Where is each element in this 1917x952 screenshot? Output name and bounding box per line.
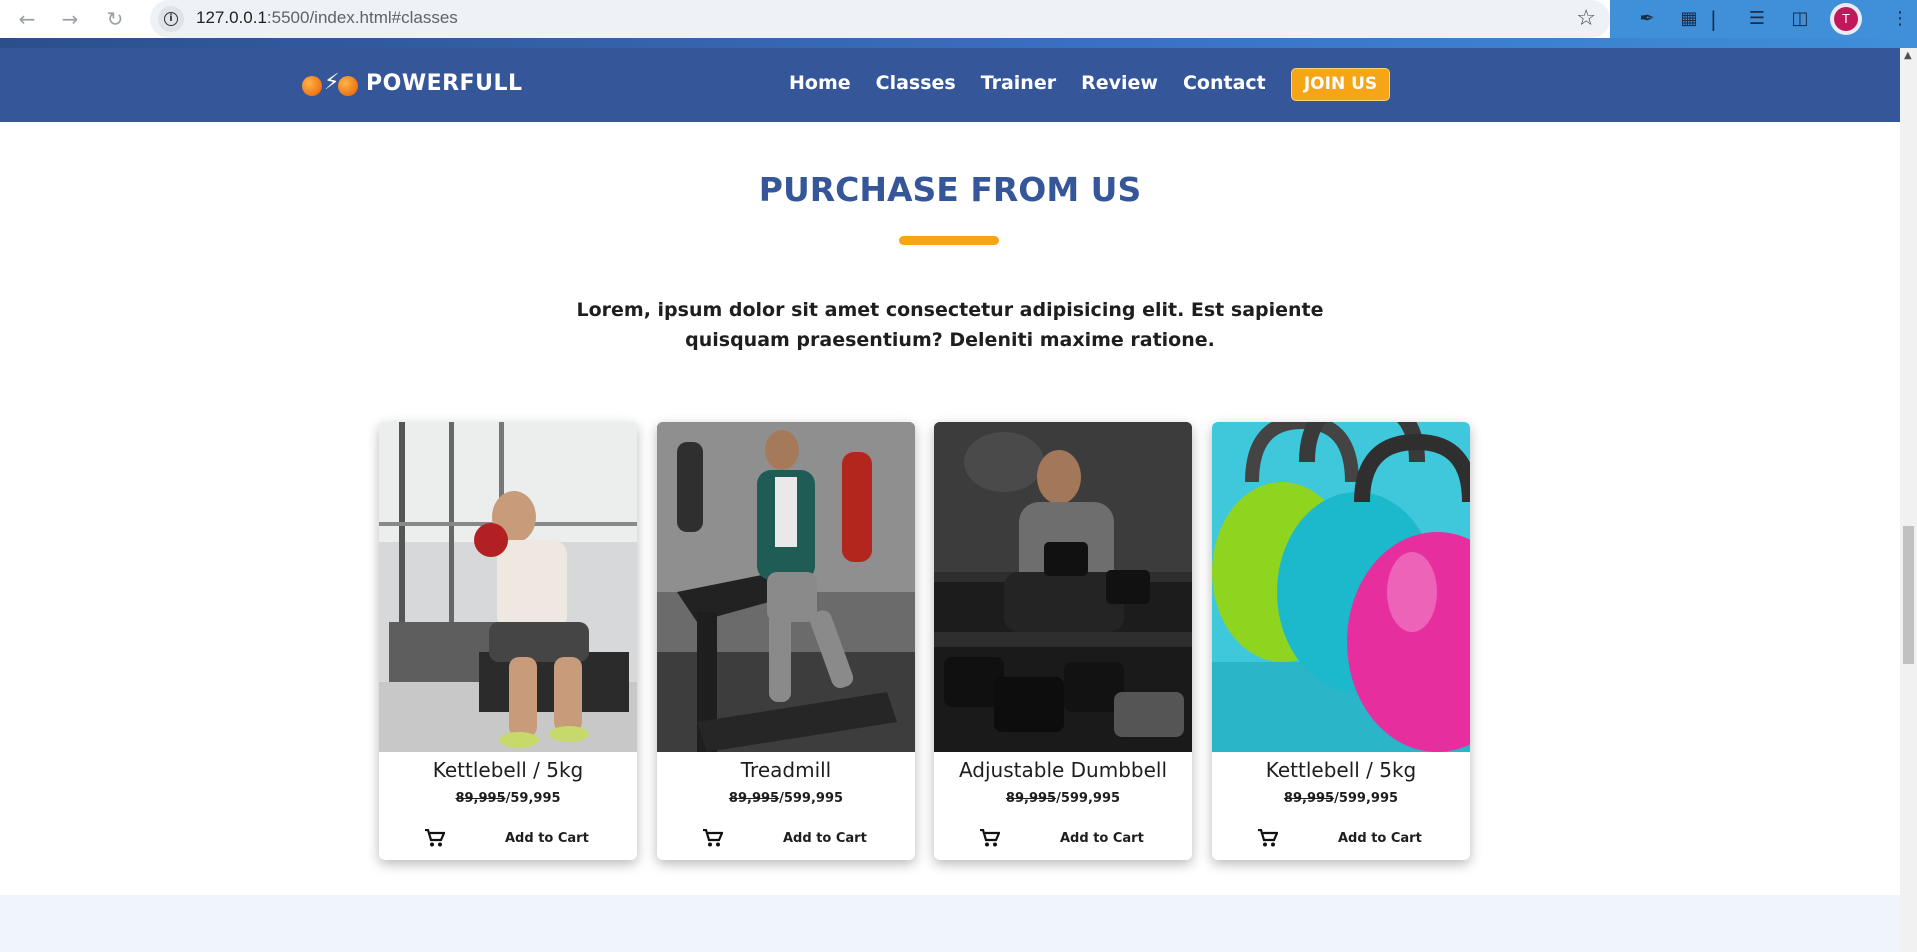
browser-menu-icon[interactable]: ⋮ bbox=[1887, 6, 1913, 32]
product-price: 89,995/59,995 bbox=[379, 791, 637, 806]
bookmark-star-icon[interactable]: ☆ bbox=[1576, 6, 1596, 32]
old-price: 89,995 bbox=[455, 791, 506, 806]
next-section-band bbox=[0, 895, 1900, 952]
nav-contact[interactable]: Contact bbox=[1183, 72, 1266, 94]
product-image-treadmill bbox=[657, 422, 915, 752]
side-panel-icon[interactable]: ◫ bbox=[1787, 6, 1813, 32]
page-scrollbar[interactable]: ▲ bbox=[1900, 48, 1917, 952]
browser-chrome: ← → ↻ i 127.0.0.1:5500/index.html#classe… bbox=[0, 0, 1917, 48]
toolbar-divider: | bbox=[1710, 7, 1717, 31]
new-price: /599,995 bbox=[1056, 791, 1121, 806]
product-card: Kettlebell / 5kg 89,995/59,995 Add to Ca… bbox=[379, 422, 637, 860]
nav-home[interactable]: Home bbox=[789, 72, 851, 94]
add-to-cart-button[interactable]: Add to Cart bbox=[1338, 831, 1422, 846]
reload-icon[interactable]: ↻ bbox=[102, 6, 128, 32]
chrome-accent-line bbox=[0, 38, 1917, 48]
product-price: 89,995/599,995 bbox=[657, 791, 915, 806]
product-image-kettlebell-athlete bbox=[379, 422, 637, 752]
new-price: /599,995 bbox=[1334, 791, 1399, 806]
product-price: 89,995/599,995 bbox=[934, 791, 1192, 806]
section-title: PURCHASE FROM US bbox=[758, 170, 1142, 209]
cart-icon[interactable] bbox=[703, 829, 723, 847]
forward-arrow-icon[interactable]: → bbox=[57, 6, 83, 32]
add-to-cart-button[interactable]: Add to Cart bbox=[783, 831, 867, 846]
logo-mark-icon: ⚡ bbox=[302, 68, 360, 98]
title-underline bbox=[899, 236, 999, 245]
join-us-button[interactable]: JOIN US bbox=[1291, 68, 1390, 101]
url-path: :5500/index.html#classes bbox=[266, 8, 458, 27]
product-name: Kettlebell / 5kg bbox=[1265, 758, 1417, 782]
extensions-toolbar: ✒ ▦ | ☰ ◫ ⋮ bbox=[1610, 0, 1917, 38]
back-arrow-icon[interactable]: ← bbox=[14, 6, 40, 32]
product-image-dumbbell bbox=[934, 422, 1192, 752]
old-price: 89,995 bbox=[1283, 791, 1335, 806]
product-name: Kettlebell / 5kg bbox=[432, 758, 584, 782]
product-name: Adjustable Dumbbell bbox=[958, 758, 1168, 782]
product-name: Treadmill bbox=[740, 758, 832, 782]
nav-trainer[interactable]: Trainer bbox=[981, 72, 1056, 94]
url-text[interactable]: 127.0.0.1:5500/index.html#classes bbox=[196, 8, 458, 28]
product-card: Treadmill 89,995/599,995 Add to Cart bbox=[657, 422, 915, 860]
product-price: 89,995/599,995 bbox=[1212, 791, 1470, 806]
url-host: 127.0.0.1 bbox=[196, 8, 267, 27]
nav-review[interactable]: Review bbox=[1081, 72, 1158, 94]
media-queue-icon[interactable]: ☰ bbox=[1744, 6, 1770, 32]
logo-text: POWERFULL bbox=[366, 70, 523, 96]
eyedropper-extension-icon[interactable]: ✒ bbox=[1634, 6, 1660, 32]
profile-avatar[interactable]: T bbox=[1830, 3, 1862, 35]
nav-classes[interactable]: Classes bbox=[876, 72, 956, 94]
add-to-cart-button[interactable]: Add to Cart bbox=[505, 831, 589, 846]
scroll-up-arrow-icon[interactable]: ▲ bbox=[1904, 50, 1912, 61]
address-bar[interactable]: i 127.0.0.1:5500/index.html#classes ☆ bbox=[150, 0, 1610, 38]
site-info-icon[interactable]: i bbox=[158, 6, 184, 32]
section-description: Lorem, ipsum dolor sit amet consectetur … bbox=[576, 299, 1324, 351]
product-card: Kettlebell / 5kg 89,995/599,995 Add to C… bbox=[1212, 422, 1470, 860]
cart-icon[interactable] bbox=[425, 829, 445, 847]
cart-icon[interactable] bbox=[980, 829, 1000, 847]
old-price: 89,995 bbox=[728, 791, 780, 806]
puzzle-extensions-icon[interactable]: ▦ bbox=[1676, 6, 1702, 32]
product-card: Adjustable Dumbbell 89,995/599,995 Add t… bbox=[934, 422, 1192, 860]
add-to-cart-button[interactable]: Add to Cart bbox=[1060, 831, 1144, 846]
site-header: ⚡ POWERFULL Home Classes Trainer Review … bbox=[0, 48, 1900, 122]
cart-icon[interactable] bbox=[1258, 829, 1278, 847]
old-price: 89,995 bbox=[1005, 791, 1057, 806]
new-price: /59,995 bbox=[505, 791, 561, 806]
main-nav: Home Classes Trainer Review Contact bbox=[789, 72, 1291, 94]
scrollbar-thumb[interactable] bbox=[1903, 526, 1914, 664]
avatar-letter: T bbox=[1834, 7, 1858, 31]
product-image-kettlebells bbox=[1212, 422, 1470, 752]
site-logo[interactable]: ⚡ POWERFULL bbox=[302, 68, 523, 98]
new-price: /599,995 bbox=[779, 791, 844, 806]
